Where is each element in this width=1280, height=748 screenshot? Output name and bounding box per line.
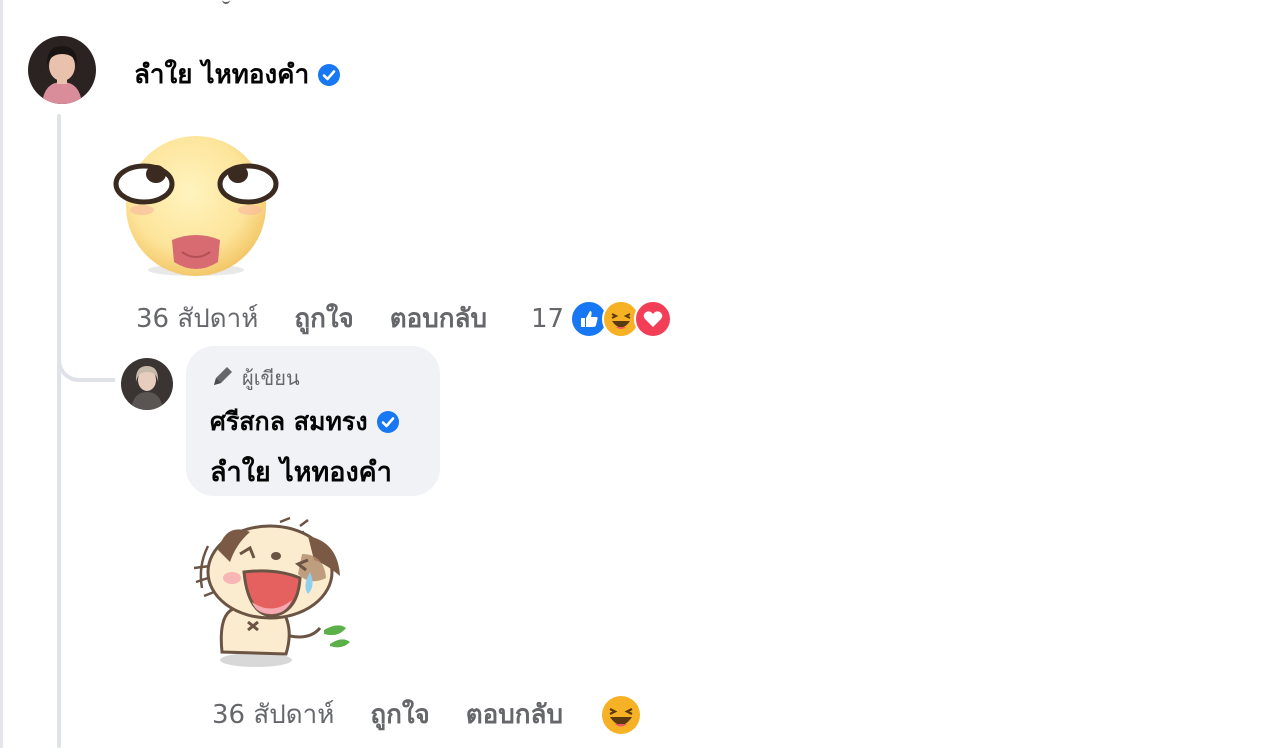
haha-reaction-icon[interactable]: [601, 695, 641, 735]
avatar[interactable]: [28, 36, 96, 104]
window-edge: [0, 0, 3, 748]
verified-badge-icon: [376, 410, 400, 434]
like-button[interactable]: ถูกใจ: [294, 298, 353, 339]
comment-author-name[interactable]: ลำใย ไหทองคำ: [134, 54, 341, 95]
reply-button[interactable]: ตอบกลับ: [390, 298, 487, 339]
thread-line: [57, 114, 61, 748]
comment-timestamp[interactable]: 36 สัปดาห์: [136, 298, 258, 339]
author-badge: ผู้เขียน: [210, 362, 416, 394]
reply-bubble[interactable]: ผู้เขียน ศรีสกล สมทรง ลำใย ไหทองคำ: [186, 346, 440, 496]
reply-actions: 36 สัปดาห์ ถูกใจ ตอบกลับ: [212, 694, 641, 735]
reaction-summary[interactable]: [570, 299, 673, 338]
laughing-puppy-sticker-icon[interactable]: [190, 516, 352, 668]
author-badge-label: ผู้เขียน: [242, 366, 300, 390]
reply-author-name-text[interactable]: ศรีสกล สมทรง: [210, 402, 368, 442]
like-button[interactable]: ถูกใจ: [370, 694, 429, 735]
reply-button[interactable]: ตอบกลับ: [466, 694, 563, 735]
reply-text: ลำใย ไหทองคำ: [210, 457, 392, 488]
clipped-text-fragment: [222, 0, 236, 4]
rolling-eyes-sticker-icon[interactable]: [112, 130, 280, 280]
pencil-icon: [210, 363, 236, 394]
comment-actions: 36 สัปดาห์ ถูกใจ ตอบกลับ 17: [136, 298, 673, 339]
reply-author-name[interactable]: ศรีสกล สมทรง: [210, 402, 416, 442]
reply-avatar[interactable]: [121, 358, 173, 410]
verified-badge-icon: [317, 63, 341, 87]
reaction-count[interactable]: 17: [531, 304, 564, 334]
love-reaction-icon: [634, 299, 673, 338]
author-name-text[interactable]: ลำใย ไหทองคำ: [134, 54, 309, 95]
reply-timestamp[interactable]: 36 สัปดาห์: [212, 694, 334, 735]
thread-connector: [57, 330, 115, 382]
